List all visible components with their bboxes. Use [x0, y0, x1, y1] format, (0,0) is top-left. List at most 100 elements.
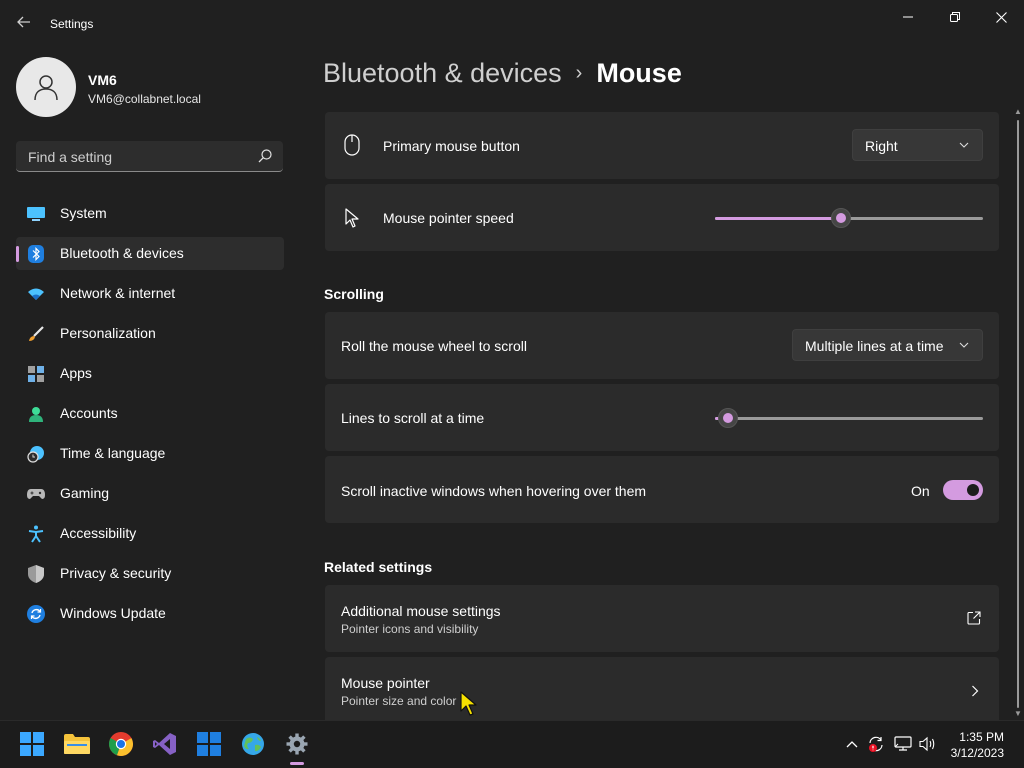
sidebar-item-privacy-security[interactable]: Privacy & security [16, 557, 284, 590]
sidebar-item-label: Accessibility [60, 525, 137, 541]
sidebar-item-label: Privacy & security [60, 565, 172, 581]
sidebar-item-label: Personalization [60, 325, 156, 341]
lines-to-scroll-label: Lines to scroll at a time [341, 410, 485, 426]
gamepad-icon [26, 484, 46, 504]
network-icon[interactable] [894, 735, 912, 753]
app-title: Settings [50, 17, 94, 31]
search-box[interactable] [16, 141, 283, 173]
sidebar-item-network[interactable]: Network & internet [16, 277, 284, 310]
sidebar-item-label: Bluetooth & devices [60, 245, 184, 261]
dropdown-value: Right [865, 138, 898, 154]
sidebar-item-label: System [60, 205, 107, 221]
additional-mouse-settings-sub: Pointer icons and visibility [341, 622, 479, 636]
pointer-speed-slider[interactable] [715, 208, 983, 228]
lines-to-scroll-card: Lines to scroll at a time [325, 384, 999, 451]
sidebar-item-label: Windows Update [60, 605, 166, 621]
selection-indicator [16, 246, 19, 262]
sidebar-item-personalization[interactable]: Personalization [16, 317, 284, 350]
store-icon[interactable] [194, 729, 224, 759]
sidebar-item-label: Network & internet [60, 285, 176, 301]
sidebar-item-apps[interactable]: Apps [16, 357, 284, 390]
scroll-up-icon[interactable]: ▲ [1014, 108, 1022, 116]
additional-mouse-settings-link[interactable]: Additional mouse settings Pointer icons … [325, 585, 999, 652]
chrome-icon[interactable] [106, 729, 136, 759]
sidebar-item-windows-update[interactable]: Windows Update [16, 597, 284, 630]
slider-thumb[interactable] [830, 208, 851, 228]
chevron-down-icon [959, 142, 969, 148]
toggle-state-label: On [911, 483, 930, 499]
chevron-up-icon[interactable] [843, 735, 861, 753]
slider-thumb[interactable] [718, 408, 739, 428]
search-icon[interactable] [257, 148, 273, 164]
active-app-indicator [290, 762, 304, 765]
primary-mouse-button-dropdown[interactable]: Right [852, 129, 983, 161]
sidebar-item-system[interactable]: System [16, 197, 284, 230]
mouse-icon [344, 134, 360, 161]
scroll-inactive-label: Scroll inactive windows when hovering ov… [341, 483, 647, 499]
page-title: Mouse [596, 58, 682, 88]
globe-app-icon[interactable] [238, 729, 268, 759]
visual-studio-icon[interactable] [150, 729, 180, 759]
sidebar-item-bluetooth-devices[interactable]: Bluetooth & devices [16, 237, 284, 270]
settings-icon[interactable] [282, 729, 312, 759]
accessibility-icon [26, 524, 46, 544]
taskbar: 1:35 PM 3/12/2023 [0, 720, 1024, 768]
sync-error-icon[interactable] [867, 735, 885, 753]
sidebar-item-label: Time & language [60, 445, 166, 461]
mouse-pointer-link[interactable]: Mouse pointer Pointer size and color [325, 657, 999, 720]
sidebar-item-label: Gaming [60, 485, 110, 501]
bluetooth-icon [26, 244, 46, 264]
external-link-icon [967, 611, 981, 630]
chevron-down-icon [959, 342, 969, 348]
pointer-speed-card: Mouse pointer speed [325, 184, 999, 251]
lines-to-scroll-slider[interactable] [715, 408, 983, 428]
pointer-icon [345, 208, 361, 233]
brush-icon [26, 324, 46, 344]
system-icon [26, 204, 46, 224]
content-scrollbar[interactable]: ▲ ▼ [1014, 108, 1022, 718]
sidebar-item-gaming[interactable]: Gaming [16, 477, 284, 510]
volume-icon[interactable] [919, 735, 937, 753]
globe-clock-icon [26, 444, 46, 464]
slider-track [715, 417, 983, 420]
close-icon[interactable] [986, 6, 1016, 28]
update-icon [26, 604, 46, 624]
taskbar-clock-date[interactable]: 3/12/2023 [951, 746, 1004, 760]
scroll-inactive-card: Scroll inactive windows when hovering ov… [325, 456, 999, 523]
search-input[interactable] [26, 141, 250, 173]
accounts-icon [26, 404, 46, 424]
mouse-pointer-label: Mouse pointer [341, 675, 430, 691]
wifi-icon [26, 284, 46, 304]
user-icon [34, 75, 58, 101]
scrolling-section-title: Scrolling [324, 286, 384, 302]
additional-mouse-settings-label: Additional mouse settings [341, 603, 501, 619]
roll-wheel-dropdown[interactable]: Multiple lines at a time [792, 329, 983, 361]
mouse-cursor-icon [459, 691, 481, 717]
breadcrumb-parent[interactable]: Bluetooth & devices [323, 58, 562, 88]
shield-icon [26, 564, 46, 584]
sidebar-item-accessibility[interactable]: Accessibility [16, 517, 284, 550]
dropdown-value: Multiple lines at a time [805, 338, 944, 354]
user-email: VM6@collabnet.local [88, 92, 201, 106]
taskbar-clock-time[interactable]: 1:35 PM [959, 730, 1004, 744]
primary-mouse-button-card: Primary mouse button Right [325, 112, 999, 179]
file-explorer-icon[interactable] [62, 729, 92, 759]
start-icon[interactable] [17, 729, 47, 759]
roll-wheel-label: Roll the mouse wheel to scroll [341, 338, 527, 354]
roll-wheel-card: Roll the mouse wheel to scroll Multiple … [325, 312, 999, 379]
related-settings-title: Related settings [324, 559, 433, 575]
scroll-inactive-toggle[interactable] [943, 480, 983, 500]
avatar[interactable] [16, 57, 76, 117]
minimize-icon[interactable] [893, 6, 923, 28]
user-name: VM6 [88, 72, 117, 88]
scroll-down-icon[interactable]: ▼ [1014, 710, 1022, 718]
breadcrumb-separator: › [575, 62, 583, 84]
sidebar-item-accounts[interactable]: Accounts [16, 397, 284, 430]
mouse-pointer-sub: Pointer size and color [341, 694, 457, 708]
scrollbar-thumb[interactable] [1017, 120, 1019, 708]
back-arrow-icon[interactable] [12, 10, 36, 34]
sidebar-item-time-language[interactable]: Time & language [16, 437, 284, 470]
restore-icon[interactable] [940, 6, 970, 28]
chevron-right-icon [971, 684, 979, 702]
sidebar-item-label: Apps [60, 365, 92, 381]
